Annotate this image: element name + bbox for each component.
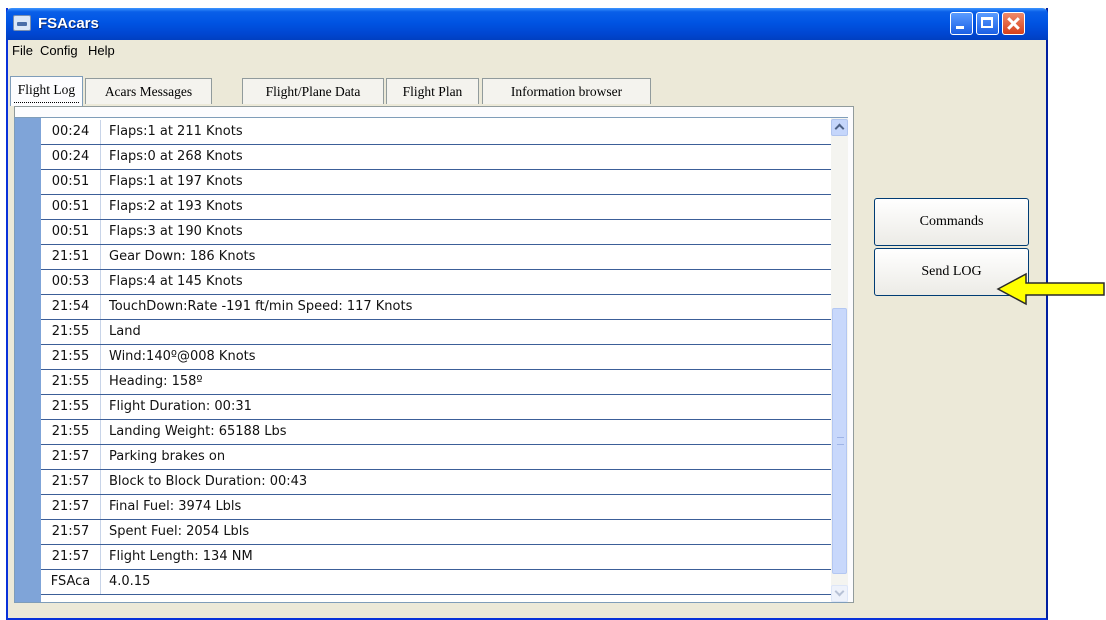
log-time: 21:55: [41, 395, 101, 419]
log-row[interactable]: 21:57 Flight Length: 134 NM: [41, 545, 831, 570]
flight-log-list[interactable]: 00:24 Flaps:1 at 211 Knots 00:24 Flaps:0 at…: [14, 117, 848, 603]
window-title: FSAcars: [38, 15, 99, 32]
log-row[interactable]: 00:53 Flaps:4 at 145 Knots: [41, 270, 831, 295]
log-time: 21:57: [41, 520, 101, 544]
log-row[interactable]: 21:54 TouchDown:Rate -191 ft/min Speed: 1…: [41, 295, 831, 320]
log-row[interactable]: FSAca 4.0.15: [41, 570, 831, 595]
vertical-scrollbar[interactable]: [831, 118, 848, 602]
log-row[interactable]: 00:51 Flaps:3 at 190 Knots: [41, 220, 831, 245]
log-time: 21:54: [41, 295, 101, 319]
scroll-up-arrow-icon[interactable]: [831, 119, 848, 136]
log-message: Flaps:3 at 190 Knots: [109, 224, 243, 239]
log-time: 21:55: [41, 345, 101, 369]
close-button[interactable]: [1002, 12, 1025, 35]
log-message: Flight Length: 134 NM: [109, 549, 253, 564]
log-row[interactable]: 21:57 Block to Block Duration: 00:43: [41, 470, 831, 495]
title-bar[interactable]: FSAcars: [6, 8, 1048, 40]
log-time: 21:51: [41, 245, 101, 269]
log-time: 21:57: [41, 470, 101, 494]
log-message: Spent Fuel: 2054 Lbls: [109, 524, 250, 539]
minimize-button[interactable]: [950, 12, 973, 35]
log-row[interactable]: 21:57 Final Fuel: 3974 Lbls: [41, 495, 831, 520]
log-message: Flight Duration: 00:31: [109, 399, 252, 414]
tab-flight-plan[interactable]: Flight Plan: [386, 78, 479, 104]
menu-config[interactable]: Config: [40, 43, 78, 58]
log-time: 21:57: [41, 495, 101, 519]
log-time: 00:24: [41, 145, 101, 169]
log-time: 00:24: [41, 120, 101, 144]
log-message: Flaps:0 at 268 Knots: [109, 149, 243, 164]
scroll-grip-icon: [837, 437, 844, 445]
log-row[interactable]: 21:55 Wind:140º@008 Knots: [41, 345, 831, 370]
log-message: Flaps:1 at 197 Knots: [109, 174, 243, 189]
log-message: TouchDown:Rate -191 ft/min Speed: 117 Kn…: [109, 299, 413, 314]
log-time: 00:53: [41, 270, 101, 294]
tab-flight-plane-data[interactable]: Flight/Plane Data: [242, 78, 384, 104]
row-gutter: [15, 118, 41, 602]
tab-information-browser[interactable]: Information browser: [482, 78, 651, 104]
scroll-thumb[interactable]: [832, 308, 847, 574]
log-message: Wind:140º@008 Knots: [109, 349, 256, 364]
log-row[interactable]: 00:24 Flaps:1 at 211 Knots: [41, 120, 831, 145]
menu-bar: File Config Help: [8, 40, 1046, 62]
log-row[interactable]: 21:55 Landing Weight: 65188 Lbs: [41, 420, 831, 445]
log-message: Parking brakes on: [109, 449, 226, 464]
log-row[interactable]: 21:51 Gear Down: 186 Knots: [41, 245, 831, 270]
log-time: FSAca: [41, 570, 101, 594]
app-icon[interactable]: [13, 15, 31, 31]
log-row[interactable]: 21:57 Parking brakes on: [41, 445, 831, 470]
scroll-down-arrow-icon[interactable]: [831, 585, 848, 602]
log-message: Final Fuel: 3974 Lbls: [109, 499, 242, 514]
log-message: Flaps:4 at 145 Knots: [109, 274, 243, 289]
maximize-button[interactable]: [976, 12, 999, 35]
log-message: Landing Weight: 65188 Lbs: [109, 424, 287, 439]
log-row[interactable]: 21:55 Land: [41, 320, 831, 345]
log-time: 21:55: [41, 420, 101, 444]
menu-help[interactable]: Help: [88, 43, 115, 58]
log-row[interactable]: 00:51 Flaps:2 at 193 Knots: [41, 195, 831, 220]
tab-flight-log[interactable]: Flight Log: [10, 76, 83, 106]
tab-acars-messages[interactable]: Acars Messages: [85, 78, 212, 104]
log-message: Flaps:2 at 193 Knots: [109, 199, 243, 214]
log-message: 4.0.15: [109, 574, 151, 589]
pointer-arrow-icon: [996, 272, 1105, 306]
log-row[interactable]: 00:24 Flaps:0 at 268 Knots: [41, 145, 831, 170]
log-time: 21:55: [41, 370, 101, 394]
log-time: 00:51: [41, 170, 101, 194]
log-row[interactable]: 21:57 Spent Fuel: 2054 Lbls: [41, 520, 831, 545]
log-time: 00:51: [41, 220, 101, 244]
log-time: 21:57: [41, 545, 101, 569]
log-message: Block to Block Duration: 00:43: [109, 474, 308, 489]
log-message: Heading: 158º: [109, 374, 203, 389]
log-message: Land: [109, 324, 141, 339]
log-message: Gear Down: 186 Knots: [109, 249, 256, 264]
commands-button[interactable]: Commands: [874, 198, 1029, 246]
right-panel: Commands Send LOG: [854, 84, 1038, 603]
log-time: 00:51: [41, 195, 101, 219]
menu-file[interactable]: File: [12, 43, 33, 58]
log-time: 21:57: [41, 445, 101, 469]
log-row[interactable]: 21:55 Heading: 158º: [41, 370, 831, 395]
log-message: Flaps:1 at 211 Knots: [109, 124, 243, 139]
log-row[interactable]: 00:51 Flaps:1 at 197 Knots: [41, 170, 831, 195]
log-time: 21:55: [41, 320, 101, 344]
log-row[interactable]: 21:55 Flight Duration: 00:31: [41, 395, 831, 420]
